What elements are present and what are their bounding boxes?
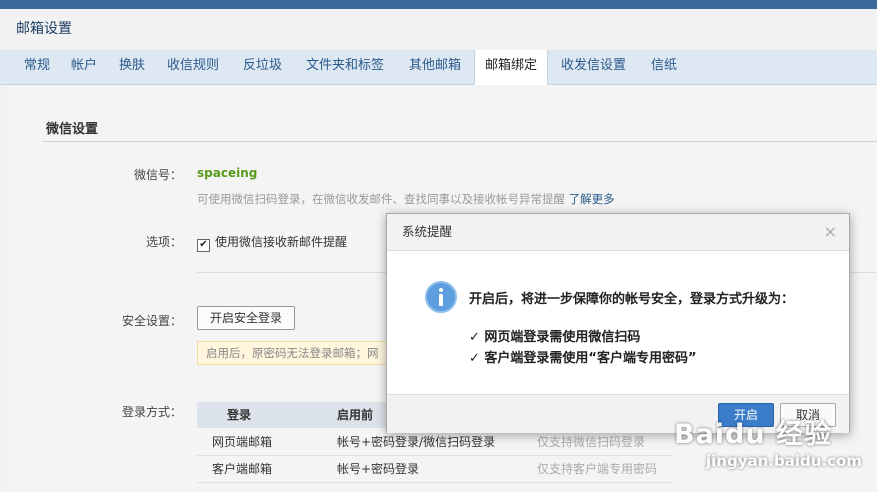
tab-account[interactable]: 帐户: [61, 50, 107, 84]
section-divider: [42, 141, 877, 142]
tab-folders-labels[interactable]: 文件夹和标签: [296, 50, 394, 84]
baidu-watermark: Baidu 经验: [674, 419, 833, 450]
enable-secure-login-button[interactable]: 开启安全登录: [197, 306, 295, 330]
secure-label: 安全设置：: [122, 314, 183, 328]
option-checkbox-label: 使用微信接收新邮件提醒: [215, 235, 348, 249]
tab-anti-spam[interactable]: 反垃圾: [233, 50, 292, 84]
dialog-message: 开启后，将进一步保障你的帐号安全，登录方式升级为：: [469, 292, 795, 307]
watermark-url: jingyan.baidu.com: [706, 452, 862, 470]
info-icon: [425, 281, 457, 313]
close-icon[interactable]: ×: [824, 222, 837, 241]
tab-stationery[interactable]: 信纸: [641, 50, 687, 84]
tab-send-receive[interactable]: 收发信设置: [551, 50, 636, 84]
wechat-label: 微信号：: [134, 168, 183, 182]
top-bar: [0, 0, 877, 9]
tab-mailbox-binding[interactable]: 邮箱绑定: [474, 50, 549, 85]
learn-more-link[interactable]: 了解更多: [569, 192, 615, 206]
wechat-hint: 可使用微信扫码登录，在微信收发邮件、查找同事以及接收帐号异常提醒 了解更多: [197, 191, 615, 207]
row-after: 仅支持客户端专用密码: [537, 462, 658, 476]
tab-other-mailbox[interactable]: 其他邮箱: [399, 50, 471, 84]
section-title: 微信设置: [46, 122, 99, 137]
dialog-item-client: ✓ 客户端登录需使用“客户端专用密码”: [469, 351, 697, 366]
row-type: 客户端邮箱: [212, 462, 273, 476]
secure-warning: 启用后，原密码无法登录邮箱；网: [197, 341, 407, 365]
option-label: 选项：: [146, 235, 183, 249]
page-title: 邮箱设置: [16, 21, 72, 37]
header-before: 启用前: [337, 408, 374, 422]
settings-tabs: 常规 帐户 换肤 收信规则 反垃圾 文件夹和标签 其他邮箱 邮箱绑定 收发信设置…: [0, 50, 877, 85]
tab-skin[interactable]: 换肤: [109, 50, 155, 84]
system-alert-dialog: 系统提醒 × 开启后，将进一步保障你的帐号安全，登录方式升级为： ✓ 网页端登录…: [386, 213, 850, 433]
row-type: 网页端邮箱: [212, 435, 273, 449]
table-row: 网页端邮箱 帐号+密码登录/微信扫码登录 仅支持微信扫码登录: [197, 429, 672, 456]
wechat-id: spaceing: [197, 166, 258, 180]
login-method-label: 登录方式：: [122, 405, 183, 419]
header-login: 登录: [227, 408, 252, 422]
checkbox-checked-icon[interactable]: ✔: [197, 239, 210, 252]
dialog-title: 系统提醒: [402, 224, 453, 239]
table-row: 客户端邮箱 帐号+密码登录 仅支持客户端专用密码: [197, 456, 672, 483]
dialog-header: 系统提醒 ×: [387, 214, 849, 251]
row-before: 帐号+密码登录: [337, 462, 420, 476]
dialog-item-web: ✓ 网页端登录需使用微信扫码: [469, 330, 641, 345]
option-row: ✔ 使用微信接收新邮件提醒: [197, 233, 347, 252]
tab-general[interactable]: 常规: [14, 50, 60, 84]
tab-receive-rules[interactable]: 收信规则: [157, 50, 229, 84]
wechat-hint-text: 可使用微信扫码登录，在微信收发邮件、查找同事以及接收帐号异常提醒: [197, 192, 565, 206]
